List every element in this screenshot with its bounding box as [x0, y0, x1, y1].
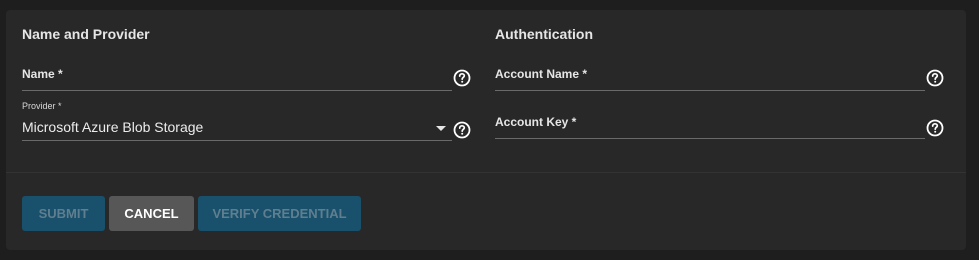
account-key-underline [495, 138, 925, 139]
name-and-provider-heading: Name and Provider [22, 26, 150, 42]
provider-underline [22, 140, 452, 141]
verify-credential-button[interactable]: VERIFY CREDENTIAL [198, 196, 361, 231]
provider-help-icon[interactable] [453, 121, 471, 139]
caret-down-icon [436, 126, 446, 131]
account-name-underline [495, 90, 925, 91]
name-field-label: Name * [22, 67, 63, 81]
name-help-icon[interactable] [453, 69, 471, 87]
account-name-label: Account Name * [495, 67, 588, 81]
account-name-help-icon[interactable] [926, 69, 944, 87]
provider-select[interactable]: Provider * Microsoft Azure Blob Storage [22, 101, 452, 141]
account-key-help-icon[interactable] [926, 119, 944, 137]
account-key-label: Account Key * [495, 115, 577, 129]
name-field-underline [22, 90, 452, 91]
account-name-field[interactable]: Account Name * [495, 51, 925, 91]
provider-selected-value: Microsoft Azure Blob Storage [22, 119, 204, 135]
cancel-button[interactable]: CANCEL [109, 196, 194, 231]
authentication-heading: Authentication [495, 26, 593, 42]
actions-divider [6, 172, 966, 173]
name-field[interactable]: Name * [22, 51, 452, 91]
submit-button[interactable]: SUBMIT [22, 196, 105, 231]
cloud-credentials-form-card: Name and Provider Authentication Name * … [6, 10, 966, 250]
provider-label: Provider * [22, 101, 62, 111]
account-key-field[interactable]: Account Key * [495, 99, 925, 139]
